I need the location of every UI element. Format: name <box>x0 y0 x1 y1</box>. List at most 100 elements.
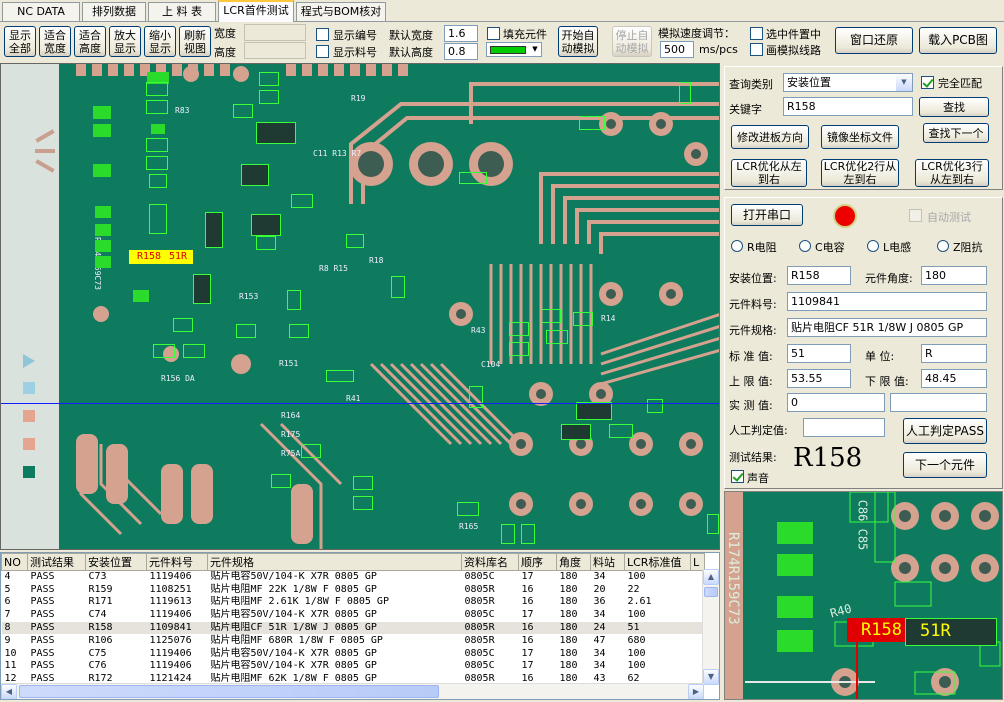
sound-checkbox[interactable] <box>731 470 744 483</box>
table-cell: 17 <box>521 660 534 672</box>
silk-label: R165 <box>459 522 479 531</box>
zoom-out-button[interactable]: 缩小显示 <box>144 26 176 57</box>
table-row[interactable]: 11 PASS C76 1119406 贴片电容50V/104-K X7R 0805 G… <box>2 660 705 673</box>
table-cell: 100 <box>627 660 646 672</box>
zoom-view[interactable]: R174R159C73 C86 C85 R40 R158 51R <box>724 491 1003 700</box>
column-header[interactable]: 安装位置 <box>85 553 147 571</box>
lcr-optimize-1row-button[interactable]: LCR优化从左到右 <box>731 159 807 187</box>
default-width-field[interactable]: 1.6 <box>444 25 478 42</box>
table-cell: 16 <box>521 634 534 646</box>
mirror-file-button[interactable]: 镜像坐标文件 <box>821 125 899 149</box>
component-angle-field[interactable]: 180 <box>921 266 987 285</box>
unit-field[interactable]: R <box>921 344 987 363</box>
table-row[interactable]: 9 PASS R106 1125076 贴片电阻MF 680R 1/8W F 0805 … <box>2 634 705 647</box>
scroll-thumb[interactable] <box>19 685 439 698</box>
column-header[interactable]: 顺序 <box>518 553 557 571</box>
manual-judge-field[interactable] <box>803 418 885 437</box>
fill-component-checkbox[interactable] <box>487 27 500 40</box>
next-component-button[interactable]: 下一个元件 <box>903 452 987 478</box>
test-results-table[interactable]: NO 测试结果 安装位置 元件料号 元件规格 资料库名 顺序 角度 料站 LCR… <box>0 552 720 700</box>
load-pcb-button[interactable]: 载入PCB图 <box>919 27 997 54</box>
show-part-checkbox[interactable] <box>316 45 329 58</box>
draw-route-checkbox[interactable] <box>750 43 763 56</box>
keyword-input[interactable]: R158 <box>783 97 913 116</box>
column-header[interactable]: 测试结果 <box>27 553 86 571</box>
column-header[interactable]: L <box>690 553 705 571</box>
tab-feeder-list[interactable]: 上 料 表 <box>148 2 216 21</box>
find-next-button[interactable]: 查找下一个 <box>923 123 989 143</box>
lcr-optimize-2row-button[interactable]: LCR优化2行从左到右 <box>821 159 899 187</box>
fit-width-button[interactable]: 适合宽度 <box>39 26 71 57</box>
column-header[interactable]: 角度 <box>556 553 591 571</box>
select-center-checkbox[interactable] <box>750 27 763 40</box>
table-row[interactable]: 7 PASS C74 1119406 贴片电容50V/104-K X7R 0805 GP… <box>2 609 705 622</box>
horizontal-scrollbar[interactable]: ◀ ▶ <box>1 683 704 699</box>
table-row[interactable]: 5 PASS R159 1108251 贴片电阻MF 22K 1/8W F 0805 G… <box>2 583 705 596</box>
measured-extra-field[interactable] <box>890 393 987 412</box>
column-header[interactable]: LCR标准值 <box>624 553 691 571</box>
column-header[interactable]: 料站 <box>590 553 625 571</box>
install-position-field[interactable]: R158 <box>787 266 851 285</box>
table-cell: 0805R <box>464 583 495 595</box>
pcb-view[interactable]: R174R159C73 R83 R19 C11 R13 R7 R8 R15 R1… <box>0 63 720 550</box>
fill-color-picker[interactable]: ▼ <box>486 42 542 57</box>
component-marker <box>95 240 111 252</box>
scroll-down-icon[interactable]: ▼ <box>703 669 719 685</box>
component-outline <box>391 276 405 298</box>
width-field[interactable] <box>244 24 306 41</box>
height-field[interactable] <box>244 42 306 59</box>
fit-height-button[interactable]: 适合高度 <box>74 26 106 57</box>
scroll-up-icon[interactable]: ▲ <box>703 569 719 585</box>
restore-window-button[interactable]: 窗口还原 <box>835 27 913 54</box>
component-outline <box>346 234 364 248</box>
table-row[interactable]: 10 PASS C75 1119406 贴片电容50V/104-K X7R 0805 G… <box>2 647 705 660</box>
exact-match-label: 完全匹配 <box>938 77 982 90</box>
default-height-field[interactable]: 0.8 <box>444 43 478 60</box>
exact-match-checkbox[interactable] <box>921 76 934 89</box>
radio-impedance[interactable] <box>937 240 949 252</box>
table-row[interactable]: 4 PASS C73 1119406 贴片电容50V/104-K X7R 0805 GP… <box>2 571 705 584</box>
silk-mark <box>35 159 55 173</box>
lower-limit-field[interactable]: 48.45 <box>921 369 987 388</box>
start-simulation-button[interactable]: 开始自动模拟 <box>558 26 598 57</box>
radio-inductor[interactable] <box>867 240 879 252</box>
column-header[interactable]: 资料库名 <box>461 553 519 571</box>
radio-resistor[interactable] <box>731 240 743 252</box>
speed-field[interactable]: 500 <box>660 41 694 58</box>
column-header[interactable]: 元件料号 <box>146 553 208 571</box>
silk-label: R18 <box>369 256 384 265</box>
modify-direction-button[interactable]: 修改进板方向 <box>731 125 809 149</box>
tab-arrange-data[interactable]: 排列数据 <box>82 2 146 21</box>
measured-value-field[interactable]: 0 <box>787 393 885 412</box>
upper-limit-field[interactable]: 53.55 <box>787 369 851 388</box>
scroll-thumb[interactable] <box>704 587 718 597</box>
tab-nc-data[interactable]: NC DATA <box>2 2 80 21</box>
component-outline <box>609 424 633 438</box>
query-type-select[interactable]: 安装位置 ▼ <box>783 73 913 92</box>
table-cell: C73 <box>88 571 107 583</box>
zoom-in-button[interactable]: 放大显示 <box>109 26 141 57</box>
show-number-checkbox[interactable] <box>316 28 329 41</box>
spec-field[interactable]: 贴片电阻CF 51R 1/8W J 0805 GP <box>787 318 987 337</box>
part-number-field[interactable]: 1109841 <box>787 292 987 311</box>
standard-value-field[interactable]: 51 <box>787 344 851 363</box>
column-header[interactable]: NO <box>1 553 28 571</box>
scroll-left-icon[interactable]: ◀ <box>1 684 17 699</box>
radio-capacitor[interactable] <box>799 240 811 252</box>
manual-pass-button[interactable]: 人工判定PASS <box>903 418 987 444</box>
open-port-button[interactable]: 打开串口 <box>731 204 803 226</box>
vertical-scrollbar[interactable]: ▲ ▼ <box>702 569 719 685</box>
refresh-view-button[interactable]: 刷新视图 <box>179 26 211 57</box>
tab-lcr-test[interactable]: LCR首件测试 <box>218 0 294 22</box>
tab-bom-check[interactable]: 程式与BOM核对 <box>296 2 386 21</box>
component-outline <box>326 370 354 382</box>
lcr-optimize-3row-button[interactable]: LCR优化3行从左到右 <box>915 159 989 187</box>
find-button[interactable]: 查找 <box>919 97 989 117</box>
table-row[interactable]: 8 PASS R158 1109841 贴片电阻CF 51R 1/8W J 0805 G… <box>1 621 705 635</box>
test-panel: 打开串口 自动测试 R电阻 C电容 L电感 Z阻抗 安装位置: R158 元件角… <box>724 197 1003 489</box>
show-all-button[interactable]: 显示全部 <box>4 26 36 57</box>
table-row[interactable]: 6 PASS R171 1119613 贴片电阻MF 2.61K 1/8W F 0805… <box>2 596 705 609</box>
table-cell: 20 <box>593 583 606 595</box>
scroll-right-icon[interactable]: ▶ <box>688 684 704 699</box>
column-header[interactable]: 元件规格 <box>207 553 462 571</box>
